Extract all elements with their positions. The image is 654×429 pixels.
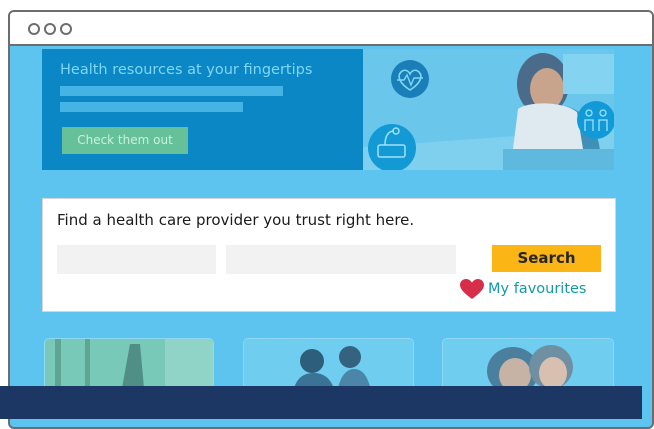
hero-image — [363, 49, 614, 170]
search-field-2[interactable] — [226, 245, 456, 274]
search-button[interactable]: Search — [492, 245, 601, 272]
window-dot-2[interactable] — [44, 23, 56, 35]
family-icon — [577, 101, 614, 139]
window-dot-1[interactable] — [28, 23, 40, 35]
hero-photo-illustration — [363, 49, 614, 170]
my-favourites-link[interactable]: My favourites — [460, 278, 586, 300]
hero-text-placeholder-line — [60, 102, 243, 112]
provider-search-card: Find a health care provider you trust ri… — [42, 198, 616, 312]
search-heading: Find a health care provider you trust ri… — [57, 211, 415, 229]
hero-title: Health resources at your fingertips — [60, 62, 313, 78]
hero-text-placeholder-line — [60, 86, 283, 96]
hero-text-panel: Health resources at your fingertips Chec… — [42, 49, 363, 170]
heartbeat-icon — [391, 60, 429, 98]
browser-title-bar — [10, 12, 652, 46]
search-field-1[interactable] — [57, 245, 216, 274]
footer-bar — [0, 386, 642, 419]
check-them-out-button[interactable]: Check them out — [62, 127, 188, 154]
window-dot-3[interactable] — [60, 23, 72, 35]
hero-banner: Health resources at your fingertips Chec… — [42, 49, 614, 170]
my-favourites-label: My favourites — [488, 281, 587, 297]
weight-scale-icon — [368, 124, 416, 170]
heart-icon — [460, 278, 484, 299]
